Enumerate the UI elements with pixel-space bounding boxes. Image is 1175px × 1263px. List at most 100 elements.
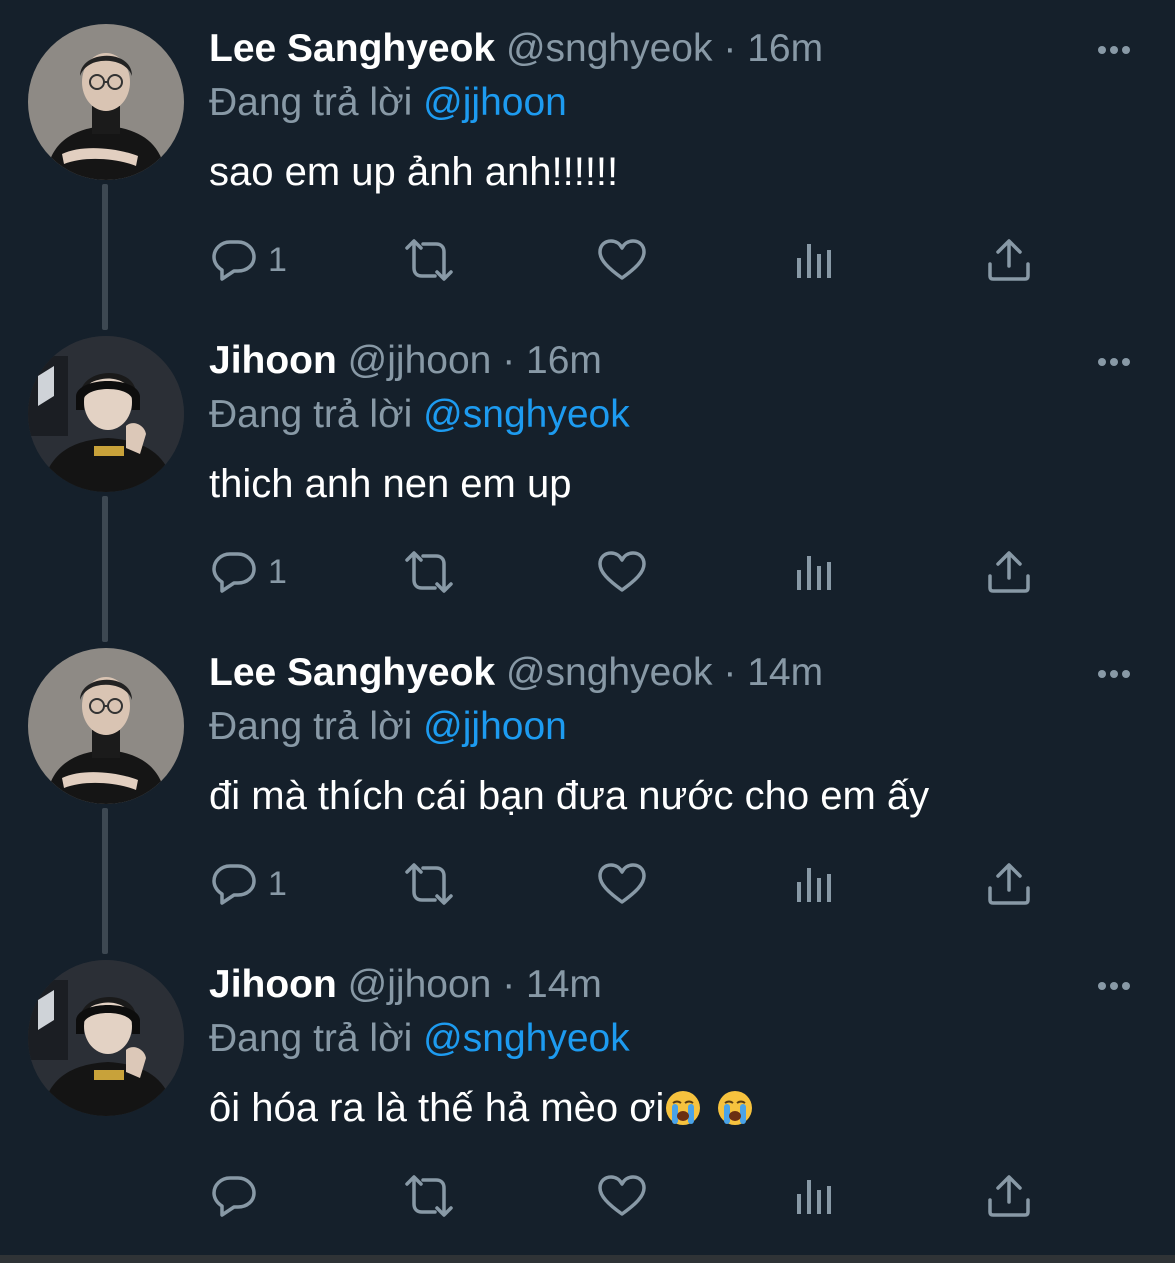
share-icon xyxy=(988,239,1030,281)
tweet-text: thich anh nen em up xyxy=(209,462,572,506)
author-name[interactable]: Lee Sanghyeok xyxy=(209,27,495,70)
reply-button[interactable]: 1 xyxy=(210,544,300,600)
author-handle[interactable]: @jjhoon xyxy=(348,963,492,1006)
tweet-2[interactable]: Jihoon @jjhoon · 16m Đang trả lời @snghy… xyxy=(0,312,1175,642)
replying-to: Đang trả lời @snghyeok xyxy=(209,392,630,438)
like-button[interactable] xyxy=(596,1168,652,1224)
avatar[interactable] xyxy=(28,648,184,804)
views-button[interactable] xyxy=(792,232,842,288)
views-icon xyxy=(797,868,831,902)
timestamp[interactable]: 14m xyxy=(526,963,602,1006)
share-icon xyxy=(988,863,1030,905)
retweet-icon xyxy=(405,1175,453,1217)
more-options-icon xyxy=(1098,46,1130,54)
heart-icon xyxy=(598,1175,646,1216)
share-button[interactable] xyxy=(985,1168,1035,1224)
tweet-text: đi mà thích cái bạn đưa nước cho em ấy xyxy=(209,774,930,818)
replying-to-label: Đang trả lời xyxy=(209,1017,413,1060)
tweet-actions: 1 xyxy=(0,232,1175,288)
avatar[interactable] xyxy=(28,24,184,180)
views-button[interactable] xyxy=(792,1168,842,1224)
views-icon xyxy=(797,1180,831,1214)
tweet-text: ôi hóa ra là thế hả mèo ơi xyxy=(209,1086,665,1130)
more-options-button[interactable] xyxy=(1092,662,1136,686)
views-button[interactable] xyxy=(792,544,842,600)
loudly-crying-face-emoji xyxy=(666,1091,701,1125)
retweet-icon xyxy=(405,863,453,905)
avatar[interactable] xyxy=(28,336,184,492)
separator-dot: · xyxy=(502,963,516,1006)
heart-icon xyxy=(598,239,646,280)
author-name[interactable]: Jihoon xyxy=(209,963,337,1006)
reply-count: 1 xyxy=(268,241,287,279)
reply-icon xyxy=(212,864,256,905)
views-button[interactable] xyxy=(792,856,842,912)
mention-link[interactable]: @jjhoon xyxy=(423,705,567,748)
author-handle[interactable]: @jjhoon xyxy=(348,339,492,382)
retweet-icon xyxy=(405,551,453,593)
avatar[interactable] xyxy=(28,960,184,1116)
share-button[interactable] xyxy=(985,232,1035,288)
tweet-header: Jihoon @jjhoon · 16m xyxy=(209,338,602,384)
tweet-text: sao em up ảnh anh!!!!!! xyxy=(209,150,619,194)
mention-link[interactable]: @snghyeok xyxy=(423,393,630,436)
more-options-button[interactable] xyxy=(1092,350,1136,374)
like-button[interactable] xyxy=(596,856,652,912)
retweet-button[interactable] xyxy=(399,856,459,912)
tweet-actions: 1 xyxy=(0,856,1175,912)
separator-dot: · xyxy=(723,27,737,70)
tweet-header: Lee Sanghyeok @snghyeok · 14m xyxy=(209,650,823,696)
retweet-button[interactable] xyxy=(399,544,459,600)
author-handle[interactable]: @snghyeok xyxy=(506,651,713,694)
reply-count: 1 xyxy=(268,553,287,591)
views-icon xyxy=(797,556,831,590)
loudly-crying-face-emoji xyxy=(718,1091,753,1125)
replying-to: Đang trả lời @snghyeok xyxy=(209,1016,630,1062)
more-options-button[interactable] xyxy=(1092,974,1136,998)
timestamp[interactable]: 14m xyxy=(747,651,823,694)
tweet-header: Jihoon @jjhoon · 14m xyxy=(209,962,602,1008)
share-button[interactable] xyxy=(985,856,1035,912)
author-name[interactable]: Lee Sanghyeok xyxy=(209,651,495,694)
author-handle[interactable]: @snghyeok xyxy=(506,27,713,70)
like-button[interactable] xyxy=(596,232,652,288)
retweet-button[interactable] xyxy=(399,232,459,288)
separator-dot: · xyxy=(502,339,516,382)
heart-icon xyxy=(598,551,646,592)
tweet-actions: 1 xyxy=(0,544,1175,600)
like-button[interactable] xyxy=(596,544,652,600)
reply-button[interactable]: 1 xyxy=(210,856,300,912)
tweet-4[interactable]: Jihoon @jjhoon · 14m Đang trả lời @snghy… xyxy=(0,936,1175,1248)
reply-button[interactable]: 1 xyxy=(210,232,300,288)
mention-link[interactable]: @jjhoon xyxy=(423,81,567,124)
tweet-3[interactable]: Lee Sanghyeok @snghyeok · 14m Đang trả l… xyxy=(0,624,1175,954)
mention-link[interactable]: @snghyeok xyxy=(423,1017,630,1060)
retweet-icon xyxy=(405,239,453,281)
views-icon xyxy=(797,244,831,278)
reply-icon xyxy=(212,1176,256,1217)
heart-icon xyxy=(598,863,646,904)
more-options-button[interactable] xyxy=(1092,38,1136,62)
reply-icon xyxy=(212,552,256,593)
tweet-text-container: ôi hóa ra là thế hả mèo ơi xyxy=(209,1082,754,1134)
replying-to-label: Đang trả lời xyxy=(209,705,413,748)
tweet-1[interactable]: Lee Sanghyeok @snghyeok · 16m Đang trả l… xyxy=(0,0,1175,330)
more-options-icon xyxy=(1098,670,1130,678)
timestamp[interactable]: 16m xyxy=(526,339,602,382)
reply-count: 1 xyxy=(268,865,287,903)
retweet-button[interactable] xyxy=(399,1168,459,1224)
reply-button[interactable] xyxy=(210,1168,300,1224)
replying-to: Đang trả lời @jjhoon xyxy=(209,704,567,750)
more-options-icon xyxy=(1098,358,1130,366)
replying-to-label: Đang trả lời xyxy=(209,81,413,124)
tweet-header: Lee Sanghyeok @snghyeok · 16m xyxy=(209,26,823,72)
author-name[interactable]: Jihoon xyxy=(209,339,337,382)
share-button[interactable] xyxy=(985,544,1035,600)
replying-to: Đang trả lời @jjhoon xyxy=(209,80,567,126)
more-options-icon xyxy=(1098,982,1130,990)
separator-dot: · xyxy=(723,651,737,694)
bottom-divider xyxy=(0,1255,1175,1263)
timestamp[interactable]: 16m xyxy=(747,27,823,70)
replying-to-label: Đang trả lời xyxy=(209,393,413,436)
reply-icon xyxy=(212,240,256,281)
